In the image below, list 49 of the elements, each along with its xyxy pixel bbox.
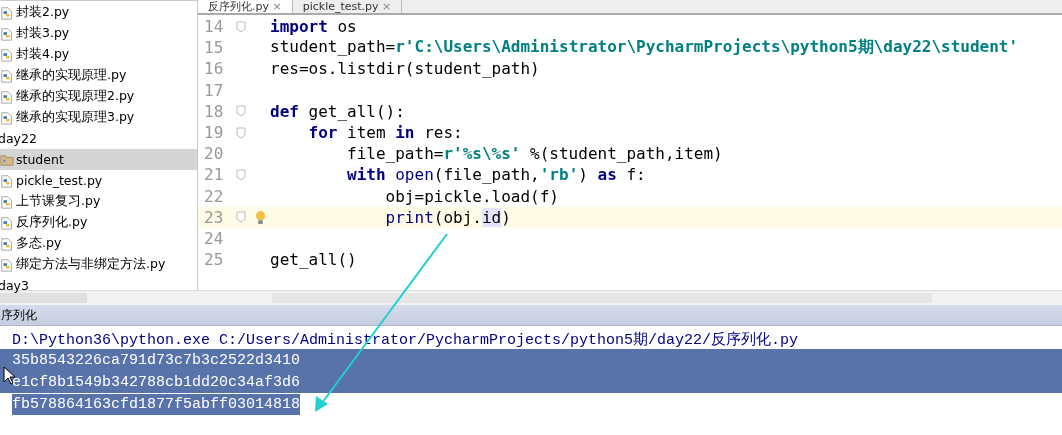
tree-item[interactable]: 继承的实现原理2.py [0, 86, 197, 107]
console-output: e1cf8b1549b342788cb1dd20c34af3d6 [12, 373, 301, 391]
fold-marker-icon[interactable] [236, 20, 246, 33]
line-number: 18 [203, 101, 225, 121]
code-line: get_all() [270, 250, 357, 270]
line-number: 17 [203, 80, 225, 100]
editor-tab[interactable]: pickle_test.py × [292, 0, 403, 13]
line-number: 21 [203, 165, 225, 185]
tree-item[interactable]: pickle_test.py [0, 170, 197, 191]
code-line: student_path=r'C:\Users\Administrator\PycharmProjects\python5期\day22\student' [270, 37, 1019, 59]
fold-marker-icon[interactable] [236, 211, 246, 224]
console-output: fb578864163cfd1877f5abff03014818 [12, 393, 301, 415]
tree-item[interactable]: 继承的实现原理.py [0, 65, 197, 86]
tree-item[interactable]: 绑定方法与非绑定方法.py [0, 254, 197, 275]
line-number: 23 [203, 207, 225, 227]
code-line: file_path=r'%s\%s' %(student_path,item) [346, 144, 723, 164]
code-line: import os [270, 17, 357, 37]
line-number: 14 [203, 17, 225, 37]
tree-item[interactable]: 继承的实现原理3.py [0, 107, 197, 128]
line-number: 22 [203, 186, 225, 206]
code-line: def get_all(): [270, 101, 405, 121]
code-line: res=os.listdir(student_path) [270, 59, 540, 79]
mouse-cursor-icon [3, 366, 15, 386]
tree-item[interactable]: 反序列化.py [0, 212, 197, 233]
line-number: 25 [203, 250, 225, 270]
console-output: 35b8543226ca791d73c7b3c2522d3410 [12, 351, 301, 369]
fold-marker-icon[interactable] [236, 105, 246, 118]
code-line: for item in res: [307, 123, 463, 143]
line-number: 24 [203, 228, 225, 248]
code-line: with open(file_path,'rb') as f: [346, 165, 646, 185]
line-number: 15 [203, 38, 225, 58]
line-number: 20 [203, 144, 225, 164]
tree-item[interactable]: 封装3.py [0, 23, 197, 44]
scrollbar-thumb[interactable] [272, 293, 932, 303]
panel-title: 序列化 [1, 306, 37, 324]
fold-marker-icon[interactable] [236, 126, 246, 139]
tree-item[interactable]: student [0, 149, 197, 170]
code-line: obj=pickle.load(f) [384, 186, 559, 206]
fold-marker-icon[interactable] [236, 168, 246, 181]
tree-item[interactable]: 封装4.py [0, 44, 197, 65]
line-number: 19 [203, 123, 225, 143]
tree-item[interactable]: 多态.py [0, 233, 197, 254]
line-number: 16 [203, 59, 225, 79]
folder-icon [0, 152, 14, 167]
tree-item[interactable]: 封装2.py [0, 2, 197, 23]
tree-item[interactable]: 上节课复习.py [0, 191, 197, 212]
code-line: print(obj.id) [384, 207, 511, 227]
lightbulb-icon[interactable] [254, 209, 266, 225]
editor-tab[interactable]: 反序列化.py × [198, 0, 293, 13]
